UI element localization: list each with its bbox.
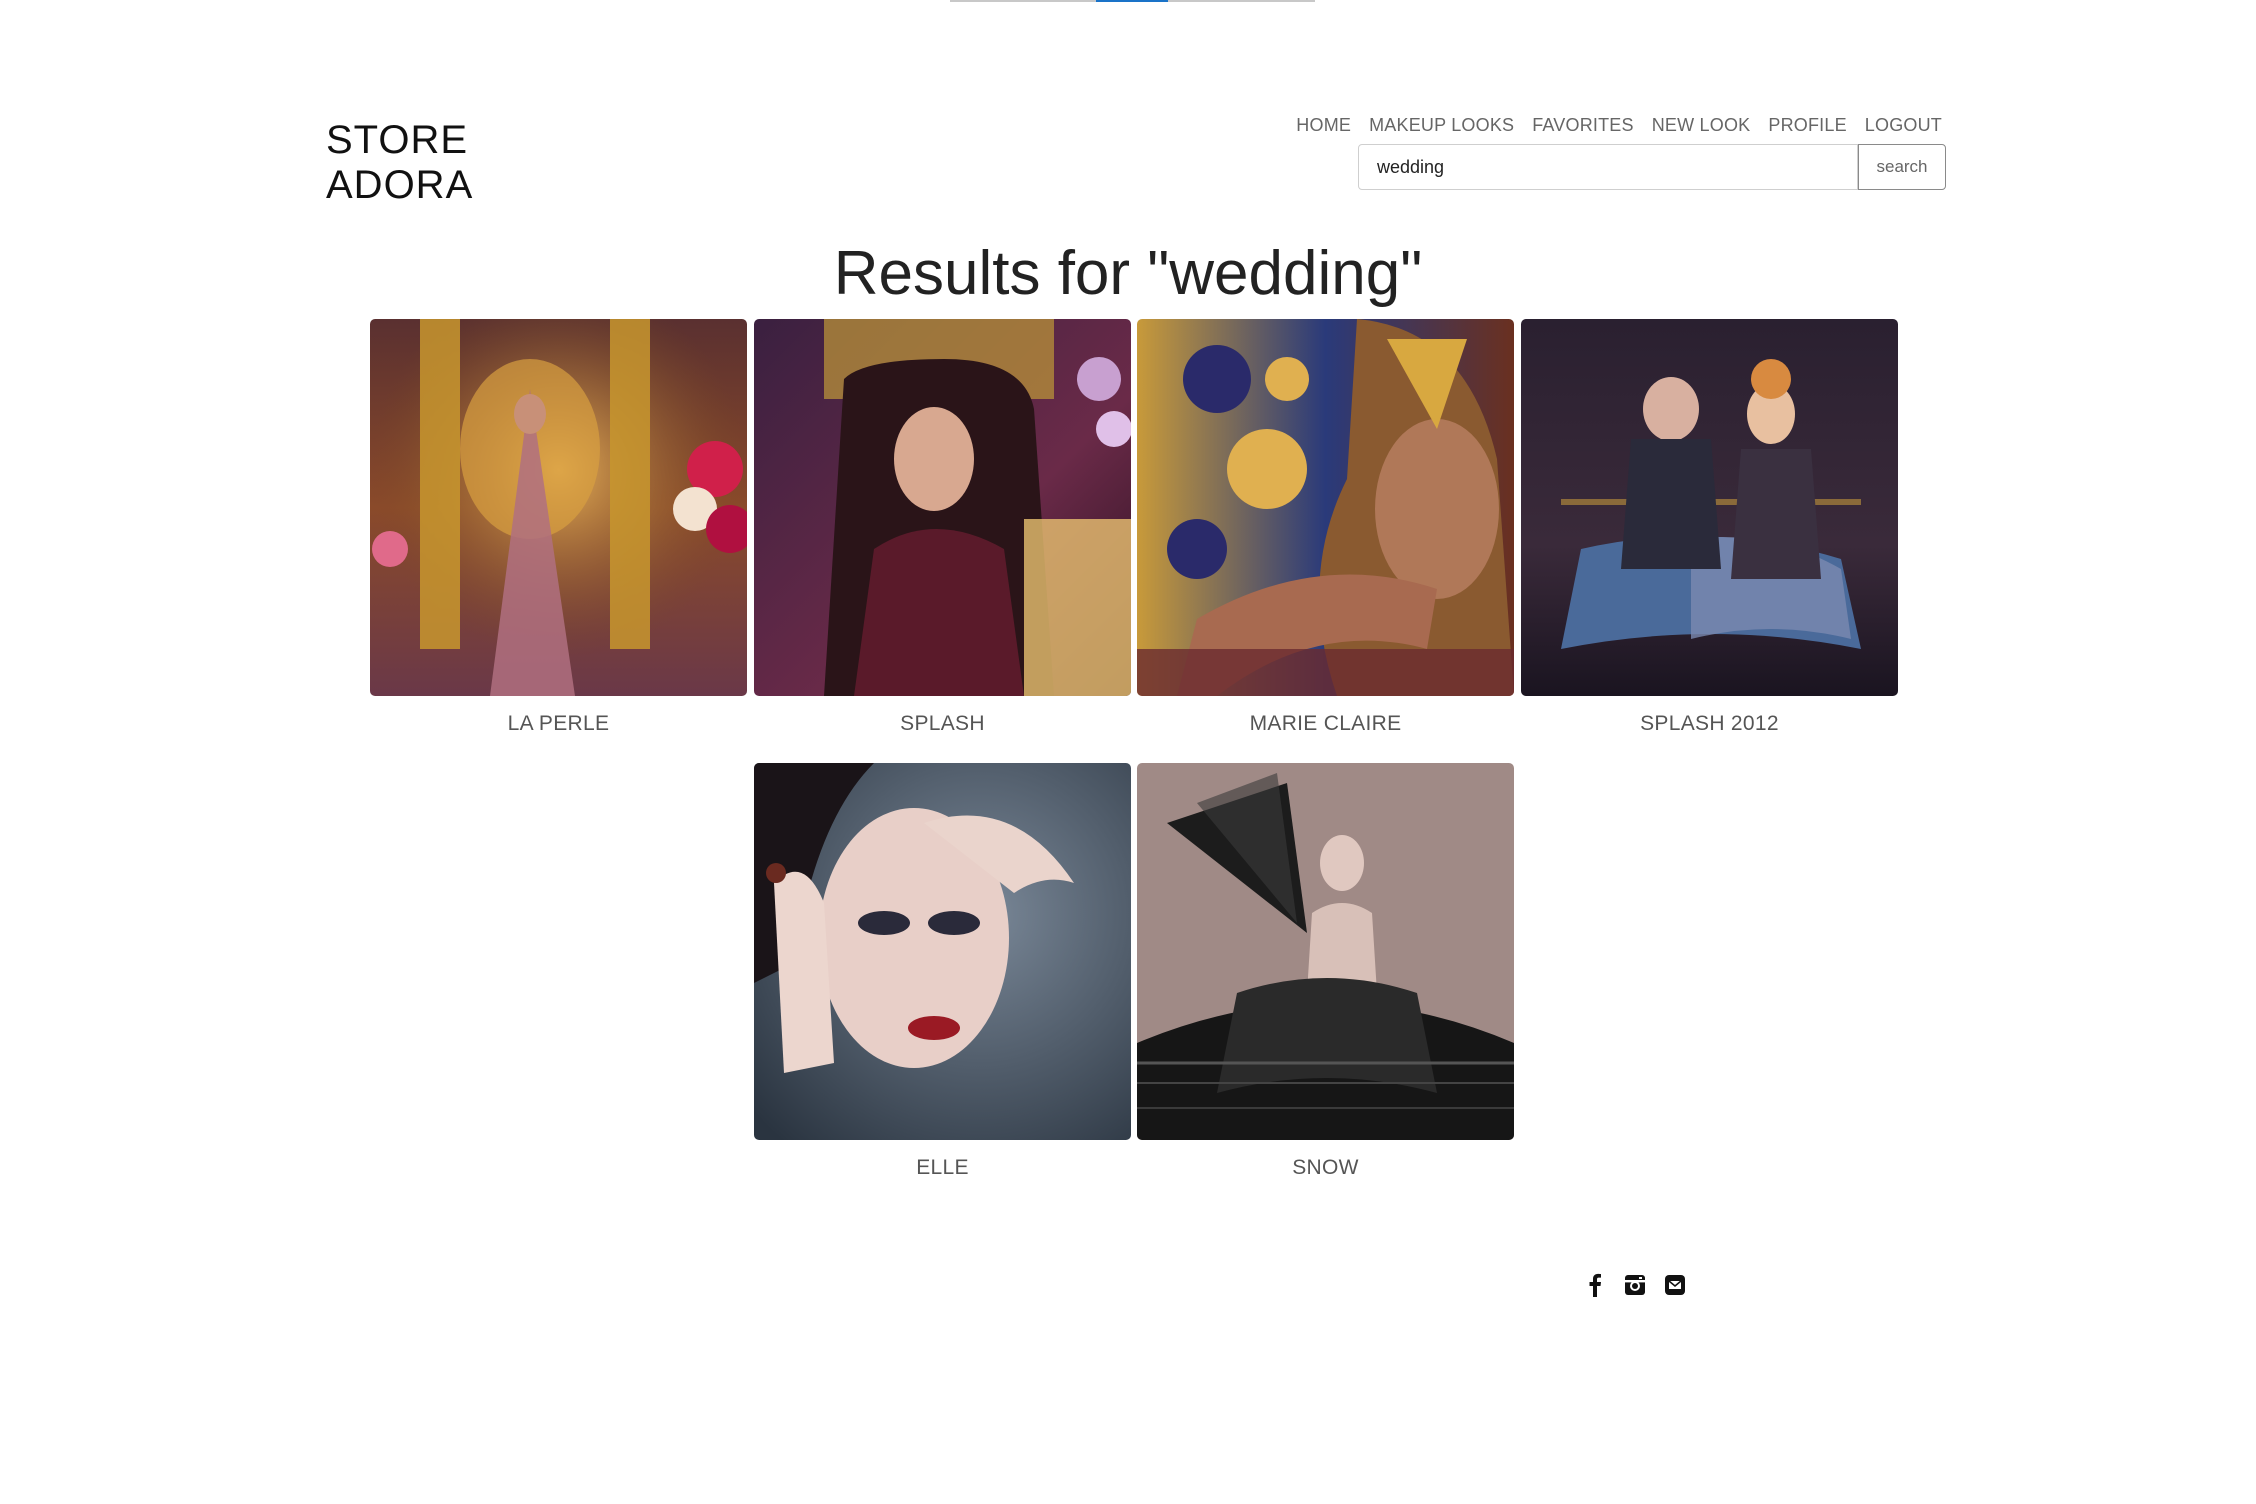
main-nav: HOME MAKEUP LOOKS FAVORITES NEW LOOK PRO… bbox=[1296, 115, 1942, 136]
facebook-icon[interactable] bbox=[1582, 1272, 1608, 1298]
result-card-marie-claire[interactable]: MARIE CLAIRE bbox=[1137, 319, 1514, 736]
search-input[interactable] bbox=[1358, 144, 1858, 190]
brand-logo[interactable]: STORE ADORA bbox=[326, 118, 474, 208]
social-links bbox=[1582, 1272, 1688, 1298]
result-card-splash[interactable]: SPLASH bbox=[754, 319, 1131, 736]
result-caption[interactable]: SPLASH bbox=[754, 712, 1131, 736]
result-caption[interactable]: LA PERLE bbox=[370, 712, 747, 736]
result-caption[interactable]: SNOW bbox=[1137, 1156, 1514, 1180]
result-card-elle[interactable]: ELLE bbox=[754, 763, 1131, 1180]
brand-line-1: STORE bbox=[326, 118, 469, 162]
instagram-icon[interactable] bbox=[1622, 1272, 1648, 1298]
page: STORE ADORA HOME MAKEUP LOOKS FAVORITES … bbox=[0, 0, 2256, 1504]
nav-item-logout[interactable]: LOGOUT bbox=[1865, 115, 1942, 136]
nav-item-makeup-looks[interactable]: MAKEUP LOOKS bbox=[1369, 115, 1514, 136]
result-card-snow[interactable]: SNOW bbox=[1137, 763, 1514, 1180]
nav-item-home[interactable]: HOME bbox=[1296, 115, 1351, 136]
result-card-splash-2012[interactable]: SPLASH 2012 bbox=[1521, 319, 1898, 736]
email-icon[interactable] bbox=[1662, 1272, 1688, 1298]
loading-strip-active bbox=[1096, 0, 1168, 2]
brand-line-2: ADORA bbox=[326, 163, 474, 207]
result-image[interactable] bbox=[1521, 319, 1898, 696]
results-title: Results for "wedding" bbox=[833, 239, 1423, 308]
result-caption[interactable]: ELLE bbox=[754, 1156, 1131, 1180]
result-image[interactable] bbox=[754, 319, 1131, 696]
result-caption[interactable]: MARIE CLAIRE bbox=[1137, 712, 1514, 736]
result-image[interactable] bbox=[1137, 763, 1514, 1140]
result-image[interactable] bbox=[754, 763, 1131, 1140]
nav-item-favorites[interactable]: FAVORITES bbox=[1532, 115, 1634, 136]
loading-strip bbox=[950, 0, 1315, 2]
nav-item-new-look[interactable]: NEW LOOK bbox=[1652, 115, 1751, 136]
nav-item-profile[interactable]: PROFILE bbox=[1768, 115, 1846, 136]
result-image[interactable] bbox=[370, 319, 747, 696]
result-image[interactable] bbox=[1137, 319, 1514, 696]
result-card-la-perle[interactable]: LA PERLE bbox=[370, 319, 747, 736]
result-caption[interactable]: SPLASH 2012 bbox=[1521, 712, 1898, 736]
search-button[interactable]: search bbox=[1858, 144, 1946, 190]
search-bar: search bbox=[1358, 144, 1946, 190]
